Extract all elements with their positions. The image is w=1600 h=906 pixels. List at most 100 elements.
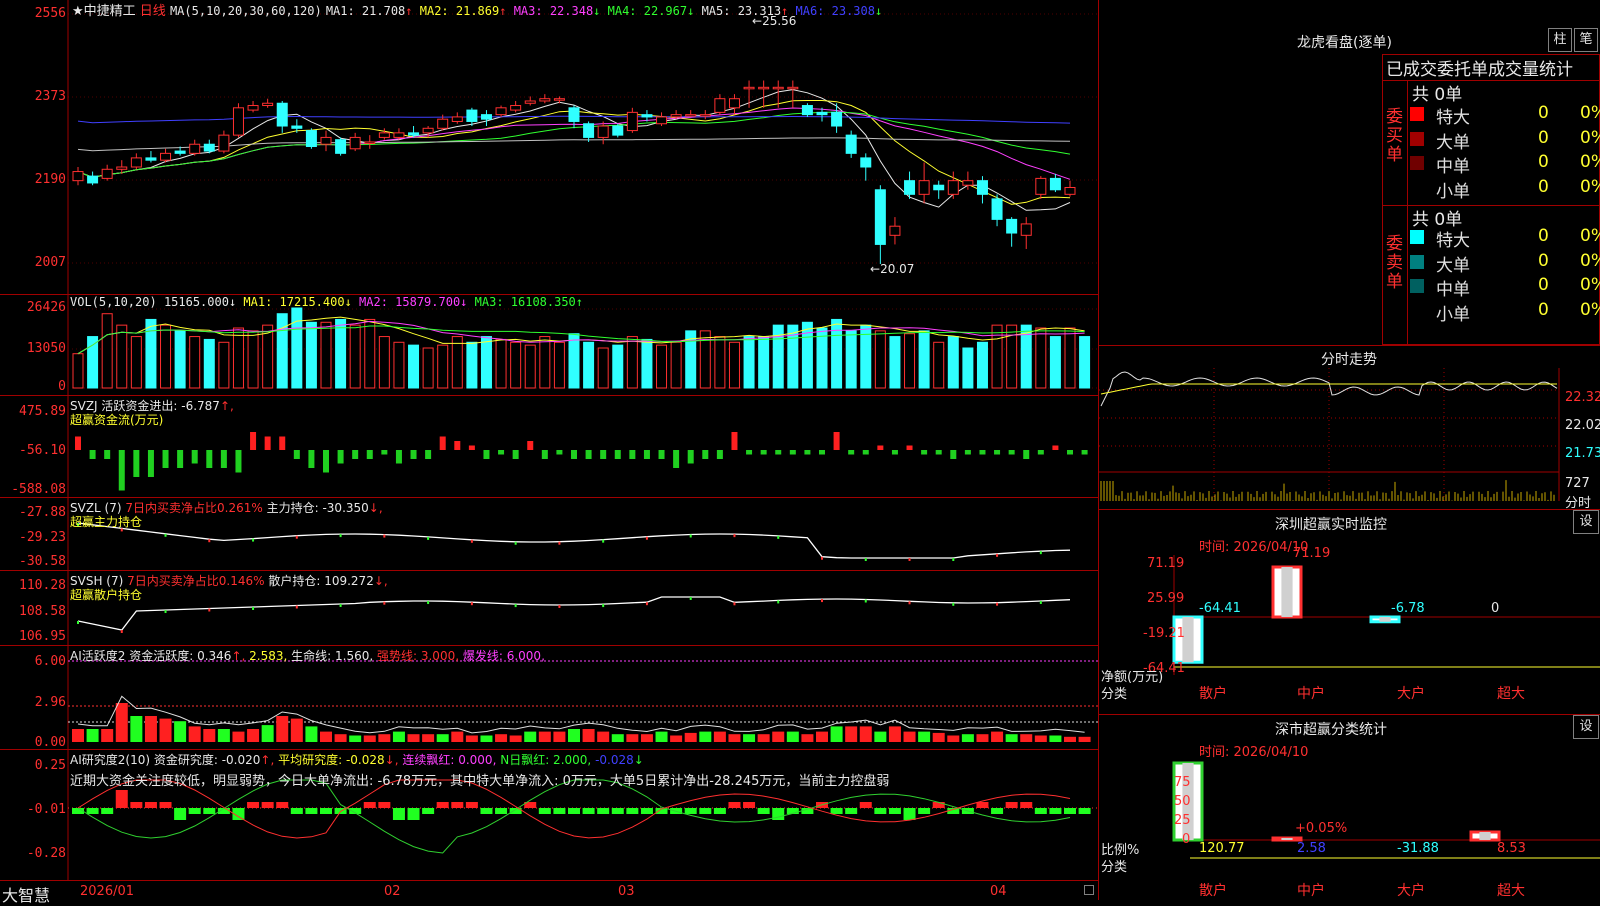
flow-bar bbox=[425, 450, 432, 459]
volume-bar bbox=[276, 313, 288, 389]
y-tick: 110.28 bbox=[19, 578, 66, 593]
y-tick: 2.96 bbox=[34, 695, 66, 710]
research-bar bbox=[874, 808, 887, 814]
candle-body bbox=[262, 102, 274, 107]
ai-research-pane[interactable]: AI研究度2(10) 资金研究度: -0.020↑, 平均研究度: -0.028… bbox=[0, 750, 1098, 880]
y-tick: 2190 bbox=[34, 172, 66, 187]
candle-chart[interactable] bbox=[0, 0, 1098, 295]
activity-bar bbox=[961, 734, 974, 742]
svzj-subtitle: 超赢资金流(万元) bbox=[70, 413, 164, 427]
candle-body bbox=[1035, 177, 1047, 195]
candle-body bbox=[670, 114, 682, 118]
activity-bar bbox=[772, 731, 785, 742]
flow-bar bbox=[673, 450, 680, 468]
y-tick: 21.73 bbox=[1565, 446, 1600, 461]
sell-side-label: 委卖单 bbox=[1386, 234, 1403, 292]
svzl-pane[interactable]: SVZL (7) 7日内买卖净占比0.261% 主力持仓: -30.350↓, … bbox=[0, 498, 1098, 571]
activity-bar bbox=[349, 735, 362, 742]
volume-bar bbox=[87, 336, 99, 389]
super-ratio-bar-shade bbox=[1479, 832, 1491, 840]
activity-bar bbox=[378, 734, 391, 742]
research-bar bbox=[465, 802, 478, 808]
activity-bar bbox=[743, 734, 756, 742]
activity-bar bbox=[363, 735, 376, 742]
candle-body bbox=[72, 171, 84, 182]
marker bbox=[645, 602, 648, 606]
x-axis: 大智慧 2026/01 02 03 04 bbox=[0, 880, 1098, 905]
y-tick: 2373 bbox=[34, 89, 66, 104]
research-bar bbox=[640, 808, 653, 814]
volume-bar bbox=[232, 327, 244, 389]
flow-bar bbox=[862, 450, 869, 455]
bar-mode-button[interactable]: 柱 bbox=[1548, 28, 1572, 52]
flow-bar bbox=[585, 450, 592, 459]
ai-activity-pane[interactable]: AI活跃度2 资金活跃度: 0.346↑, 2.583, 生命线: 1.560,… bbox=[0, 646, 1098, 750]
candle-body bbox=[218, 134, 230, 152]
flow-bar bbox=[1023, 450, 1030, 459]
flow-bar bbox=[439, 436, 446, 450]
candle-body bbox=[918, 180, 930, 195]
volume-bar bbox=[422, 347, 434, 389]
stock-title: ★中捷精工 bbox=[72, 4, 136, 19]
volume-chart[interactable] bbox=[0, 295, 1098, 396]
marker bbox=[295, 535, 298, 539]
y-tick: -19.21 bbox=[1143, 626, 1185, 641]
cat-label: 中户 bbox=[1297, 883, 1325, 899]
research-bar bbox=[305, 808, 318, 814]
intraday-chart[interactable] bbox=[1099, 346, 1600, 511]
marker bbox=[996, 553, 999, 557]
volume-bar bbox=[247, 330, 259, 389]
super-value-label: 0 bbox=[1491, 601, 1500, 616]
high-price-label: ←25.56 bbox=[752, 14, 797, 28]
classification-panel[interactable]: 深市超赢分类统计 设 时间: 2026/04/10 75 50 25 0 +0.… bbox=[1099, 715, 1600, 900]
candle-body bbox=[451, 116, 463, 122]
tick-mode-button[interactable]: 笔 bbox=[1574, 28, 1598, 52]
row-pct: 0% bbox=[1580, 152, 1600, 172]
activity-bar bbox=[582, 729, 595, 742]
candle-body bbox=[247, 105, 259, 111]
marker bbox=[996, 602, 999, 606]
candle-body bbox=[714, 98, 726, 113]
y-tick: 26426 bbox=[26, 300, 66, 315]
volume-pane[interactable]: VOL(5,10,20) 15165.000↓ MA1: 17215.400↓ … bbox=[0, 295, 1098, 396]
research-bar bbox=[276, 802, 289, 808]
svzj-pane[interactable]: SVZJ 活跃资金进出: -6.787↑, 超赢资金流(万元) 475.89 -… bbox=[0, 396, 1098, 498]
volume-bar bbox=[408, 344, 420, 389]
activity-bar bbox=[728, 734, 741, 742]
realtime-monitor-panel[interactable]: 深圳超赢实时监控 设 时间: 2026/04/10 71.19 25.99 -1… bbox=[1099, 510, 1600, 715]
activity-bar bbox=[290, 718, 303, 742]
volume-bar bbox=[203, 338, 215, 389]
ma-value: MA2: 21.869↑ bbox=[412, 4, 507, 18]
research-bar bbox=[422, 808, 435, 814]
volume-bar bbox=[524, 344, 536, 389]
flow-bar bbox=[906, 445, 913, 450]
candle-body bbox=[597, 125, 609, 138]
flow-bar bbox=[279, 436, 286, 450]
vol-header: VOL(5,10,20) 15165.000↓ MA1: 17215.400↓ … bbox=[70, 295, 583, 309]
y-tick: 0 bbox=[1182, 832, 1191, 847]
candle-body bbox=[758, 86, 770, 90]
svsh-pane[interactable]: SVSH (7) 7日内买卖净占比0.146% 散户持仓: 109.272↓, … bbox=[0, 571, 1098, 646]
activity-bar bbox=[144, 716, 157, 742]
candle-body bbox=[641, 114, 653, 118]
marker bbox=[864, 599, 867, 603]
y-tick: -29.23 bbox=[19, 530, 66, 545]
mid-pct-label: +0.05% bbox=[1295, 821, 1348, 836]
flow-bar bbox=[1081, 450, 1088, 455]
candle-body bbox=[845, 134, 857, 154]
intraday-panel[interactable]: 分时走势 22.32 22.02 21.73 727 分时 bbox=[1099, 345, 1600, 511]
mid-bar-shade bbox=[1281, 567, 1293, 617]
flow-bar bbox=[264, 436, 271, 450]
research-bar bbox=[451, 802, 464, 808]
row-pct: 0% bbox=[1580, 299, 1600, 320]
candle-pane[interactable]: ★中捷精工 日线 MA(5,10,20,30,60,120) MA1: 21.7… bbox=[0, 0, 1098, 295]
research-line-green bbox=[77, 779, 1071, 854]
row-count: 0 bbox=[1538, 152, 1549, 172]
research-bar bbox=[830, 808, 843, 814]
row-label: 大单 bbox=[1436, 255, 1470, 276]
activity-bar bbox=[932, 732, 945, 742]
vol-params: VOL(5,10,20) bbox=[70, 295, 157, 309]
marker bbox=[164, 610, 167, 613]
lock-icon[interactable] bbox=[1084, 885, 1094, 895]
y-tick: 106.95 bbox=[19, 629, 66, 644]
